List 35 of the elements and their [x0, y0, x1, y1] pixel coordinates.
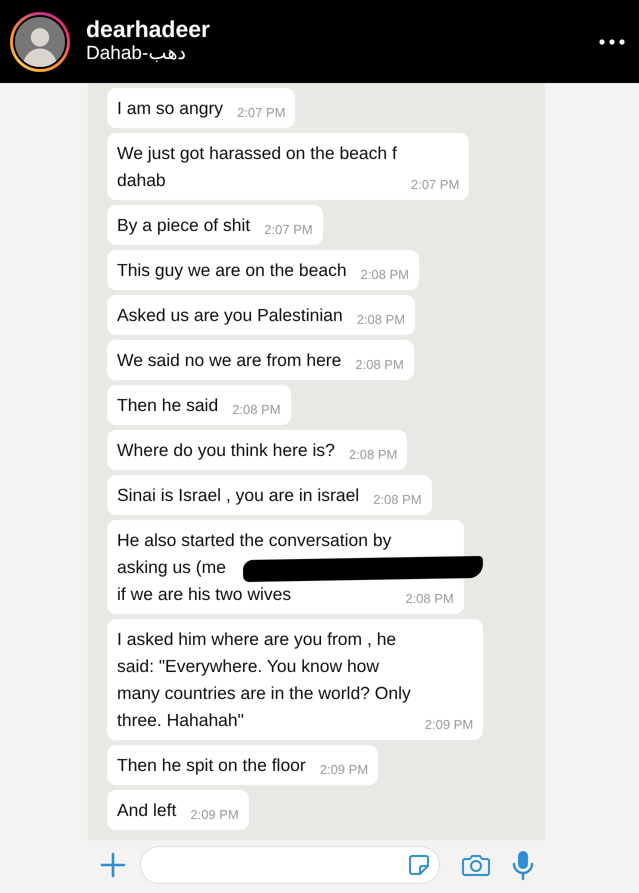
location-label[interactable]: Dahab-دهب: [86, 42, 583, 66]
message-time: 2:08 PM: [355, 357, 404, 374]
more-options-icon[interactable]: [599, 38, 625, 44]
message-text: Where do you think here is?: [117, 439, 335, 462]
message-text: We said no we are from here: [117, 349, 342, 372]
message-text: I asked him where are you from , he said: "Everywhere. You know how many countries are in the world? Only three. Hahahah": [117, 628, 411, 732]
message-time: 2:07 PM: [264, 222, 313, 239]
add-icon[interactable]: [100, 852, 126, 878]
microphone-icon[interactable]: [512, 850, 534, 880]
message-time: 2:09 PM: [424, 717, 474, 734]
message-time: 2:07 PM: [410, 177, 460, 194]
message-text: By a piece of shit: [117, 214, 250, 237]
message-time: 2:08 PM: [360, 267, 410, 284]
message-time: 2:08 PM: [373, 492, 422, 509]
username[interactable]: dearhadeer: [86, 17, 583, 43]
message-time: 2:08 PM: [348, 447, 398, 464]
message-text: We just got harassed on the beach f dahab: [117, 142, 397, 192]
message-field[interactable]: [140, 846, 440, 884]
message-time: 2:09 PM: [190, 807, 239, 824]
message-time: 2:08 PM: [405, 591, 454, 608]
message-text: Sinai is Israel , you are in israel: [117, 484, 360, 507]
message-time: 2:08 PM: [356, 312, 406, 329]
message-text: This guy we are on the beach: [117, 259, 347, 282]
sticker-icon[interactable]: [407, 853, 431, 877]
message-time: 2:08 PM: [232, 402, 281, 419]
message-time: 2:09 PM: [320, 762, 368, 779]
message-text: And left: [117, 799, 176, 822]
message-text: Asked us are you Palestinian: [117, 304, 343, 327]
message-text: I am so angry: [117, 97, 224, 120]
message-text: Then he spit on the floor: [117, 754, 306, 777]
message-time: 2:07 PM: [237, 105, 286, 122]
message-text: He also started the conversation by asking us (me if we are his two wives: [117, 529, 392, 606]
camera-icon[interactable]: [462, 853, 490, 877]
message-text: Then he said: [117, 394, 218, 417]
avatar-icon: [13, 14, 67, 68]
